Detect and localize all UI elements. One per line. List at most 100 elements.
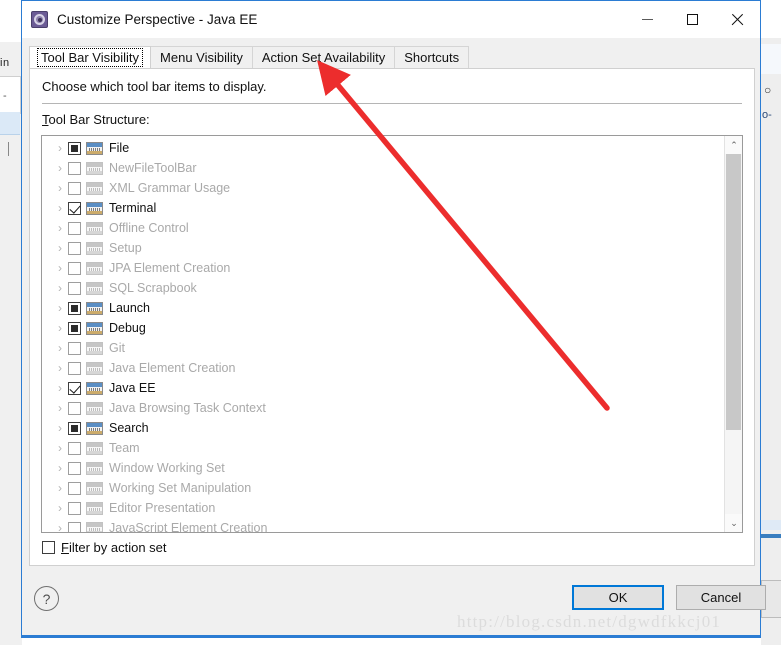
tree-row[interactable]: › Window Working Set (42, 458, 723, 478)
toolbar-icon (86, 381, 103, 395)
chevron-right-icon[interactable]: › (52, 462, 68, 474)
background-right-white (761, 0, 781, 38)
minimize-button[interactable] (625, 1, 670, 38)
chevron-right-icon[interactable]: › (52, 362, 68, 374)
tree-row[interactable]: › Offline Control (42, 218, 723, 238)
chevron-right-icon[interactable]: › (52, 402, 68, 414)
scrollbar-thumb[interactable] (726, 154, 741, 430)
tool-bar-structure-tree[interactable]: › File › NewFileToolBar › XML Grammar Usage › T… (41, 135, 743, 533)
tree-item-label: Debug (109, 321, 146, 335)
tree-item-list: › File › NewFileToolBar › XML Grammar Usage › T… (42, 138, 723, 533)
chevron-right-icon[interactable]: › (52, 422, 68, 434)
tree-item-label: Launch (109, 301, 151, 315)
tree-row[interactable]: › JavaScript Element Creation (42, 518, 723, 533)
tree-item-checkbox[interactable] (68, 221, 81, 235)
tree-row[interactable]: › Java EE (42, 378, 723, 398)
chevron-right-icon[interactable]: › (52, 162, 68, 174)
filter-by-action-set-checkbox[interactable] (42, 541, 55, 554)
tab-label: Shortcuts (404, 50, 460, 65)
tree-row[interactable]: › Terminal (42, 198, 723, 218)
tab-menu-visibility[interactable]: Menu Visibility (150, 46, 253, 68)
tree-item-checkbox[interactable] (68, 401, 81, 415)
tree-item-label: Java EE (109, 381, 156, 395)
tree-item-checkbox[interactable] (68, 521, 81, 532)
filter-by-action-set-row[interactable]: Filter by action set (42, 540, 167, 555)
tree-row[interactable]: › NewFileToolBar (42, 158, 723, 178)
scroll-up-arrow-icon[interactable]: ⌃ (725, 136, 742, 154)
tab-label: Action Set Availability (261, 50, 386, 65)
tree-row[interactable]: › Git (42, 338, 723, 358)
maximize-button[interactable] (670, 1, 715, 38)
tree-row[interactable]: › Java Browsing Task Context (42, 398, 723, 418)
chevron-right-icon[interactable]: › (52, 382, 68, 394)
tree-item-label: JavaScript Element Creation (109, 521, 268, 533)
tree-item-checkbox[interactable] (68, 461, 81, 475)
chevron-right-icon[interactable]: › (52, 322, 68, 334)
chevron-right-icon[interactable]: › (52, 502, 68, 514)
tree-row[interactable]: › Launch (42, 298, 723, 318)
tree-vertical-scrollbar[interactable]: ⌃ ⌄ (724, 136, 742, 532)
chevron-right-icon[interactable]: › (52, 342, 68, 354)
tab-action-set-availability[interactable]: Action Set Availability (251, 46, 396, 68)
tree-item-checkbox[interactable] (68, 241, 81, 255)
background-right-band (761, 520, 781, 530)
chevron-right-icon[interactable]: › (52, 262, 68, 274)
tree-row[interactable]: › File (42, 138, 723, 158)
tree-item-checkbox[interactable] (68, 381, 81, 395)
tree-row[interactable]: › Editor Presentation (42, 498, 723, 518)
help-button[interactable]: ? (34, 586, 59, 611)
tree-row[interactable]: › JPA Element Creation (42, 258, 723, 278)
tree-item-label: File (109, 141, 130, 155)
cancel-button[interactable]: Cancel (676, 585, 766, 610)
tree-item-label: Git (109, 341, 125, 355)
chevron-right-icon[interactable]: › (52, 222, 68, 234)
label-rest: ilter by action set (68, 540, 167, 555)
chevron-right-icon[interactable]: › (52, 442, 68, 454)
close-button[interactable] (715, 1, 760, 38)
tree-item-checkbox[interactable] (68, 501, 81, 515)
tree-item-checkbox[interactable] (68, 321, 81, 335)
tree-row[interactable]: › Search (42, 418, 723, 438)
chevron-right-icon[interactable]: › (52, 482, 68, 494)
tree-item-checkbox[interactable] (68, 341, 81, 355)
tree-row[interactable]: › Team (42, 438, 723, 458)
tree-row[interactable]: › SQL Scrapbook (42, 278, 723, 298)
mnemonic-letter: F (61, 540, 69, 555)
tree-item-checkbox[interactable] (68, 161, 81, 175)
close-icon (731, 13, 744, 26)
tree-item-checkbox[interactable] (68, 481, 81, 495)
tree-item-checkbox[interactable] (68, 421, 81, 435)
chevron-right-icon[interactable]: › (52, 242, 68, 254)
tree-item-label: NewFileToolBar (109, 161, 197, 175)
chevron-right-icon[interactable]: › (52, 202, 68, 214)
tree-row[interactable]: › XML Grammar Usage (42, 178, 723, 198)
tree-row[interactable]: › Java Element Creation (42, 358, 723, 378)
scroll-down-arrow-icon[interactable]: ⌄ (725, 514, 742, 532)
tree-item-checkbox[interactable] (68, 301, 81, 315)
tab-shortcuts[interactable]: Shortcuts (394, 46, 470, 68)
tree-item-label: Offline Control (109, 221, 189, 235)
tree-row[interactable]: › Setup (42, 238, 723, 258)
chevron-right-icon[interactable]: › (52, 302, 68, 314)
chevron-right-icon[interactable]: › (52, 522, 68, 532)
tree-item-checkbox[interactable] (68, 261, 81, 275)
title-bar: Customize Perspective - Java EE (22, 1, 760, 38)
tree-row[interactable]: › Debug (42, 318, 723, 338)
chevron-right-icon[interactable]: › (52, 182, 68, 194)
background-left-dash: - (3, 90, 7, 102)
scrollbar-track[interactable] (725, 154, 742, 514)
tree-item-checkbox[interactable] (68, 141, 81, 155)
tree-row[interactable]: › Working Set Manipulation (42, 478, 723, 498)
tree-item-checkbox[interactable] (68, 441, 81, 455)
chevron-right-icon[interactable]: › (52, 142, 68, 154)
tree-item-checkbox[interactable] (68, 281, 81, 295)
tab-content-panel: Choose which tool bar items to display. … (29, 68, 755, 566)
ok-button[interactable]: OK (572, 585, 664, 610)
tree-item-checkbox[interactable] (68, 361, 81, 375)
tree-item-checkbox[interactable] (68, 181, 81, 195)
tree-item-checkbox[interactable] (68, 201, 81, 215)
tab-tool-bar-visibility[interactable]: Tool Bar Visibility (29, 46, 152, 68)
chevron-right-icon[interactable]: › (52, 282, 68, 294)
tree-item-label: Search (109, 421, 149, 435)
toolbar-icon (86, 521, 103, 532)
